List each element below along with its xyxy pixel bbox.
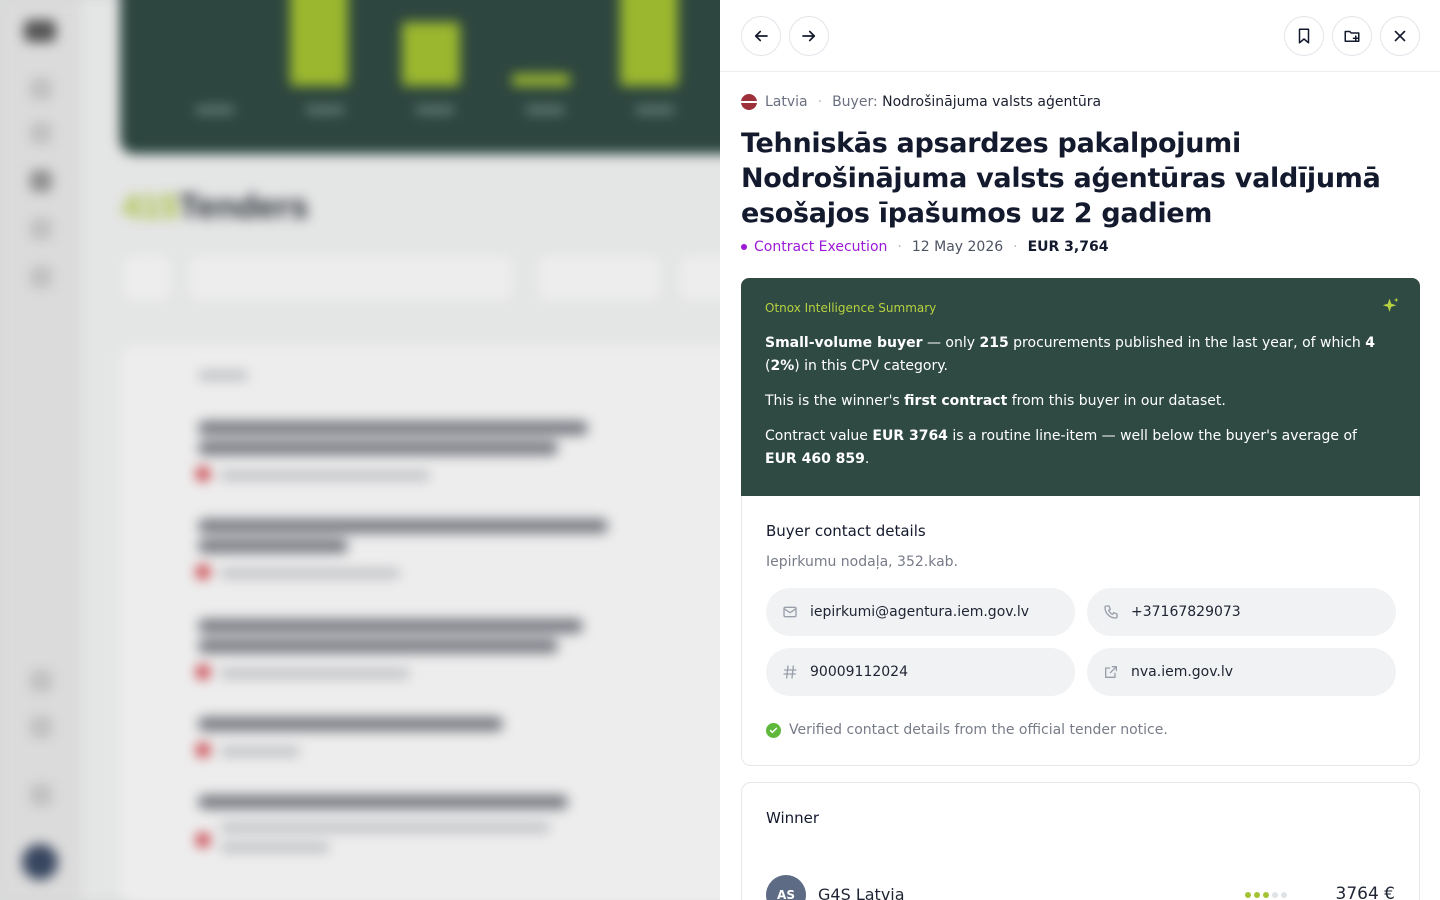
buyer-label: Buyer: [832, 94, 878, 110]
bookmark-button[interactable] [1284, 16, 1324, 56]
email-pill[interactable]: iepirkumi@agentura.iem.gov.lv [766, 588, 1075, 636]
winner-name[interactable]: G4S Latvia [818, 885, 905, 900]
arrow-left-icon [754, 30, 768, 42]
close-button[interactable] [1380, 16, 1420, 56]
ai-summary-paragraph: Small-volume buyer — only 215 procuremen… [765, 335, 1376, 374]
tender-detail-drawer: Latvia · Buyer: Nodrošinājuma valsts aģe… [720, 0, 1440, 900]
external-link-icon [1103, 664, 1119, 680]
separator: · [817, 94, 823, 110]
winner-card-title: Winner [766, 809, 820, 827]
ai-summary-paragraph: This is the winner's first contract from… [765, 393, 1226, 409]
sparkle-icon [1382, 297, 1399, 312]
folder-plus-icon [1344, 30, 1360, 42]
tender-date: 12 May 2026 [911, 239, 1004, 255]
ai-summary-label: Otnox Intelligence Summary [765, 301, 937, 315]
tender-meta: Latvia · Buyer: Nodrošinājuma valsts aģe… [741, 94, 1101, 110]
mail-icon [782, 604, 798, 620]
arrow-right-icon [802, 30, 816, 42]
contact-card-title: Buyer contact details [766, 522, 926, 540]
score-dot [1254, 892, 1260, 898]
buyer-email: iepirkumi@agentura.iem.gov.lv [810, 604, 1030, 620]
phone-pill[interactable]: +37167829073 [1087, 588, 1396, 636]
buyer-contact-card: Buyer contact details Iepirkumu nodaļa, … [741, 496, 1420, 766]
separator: · [897, 239, 902, 255]
bookmark-icon [1298, 28, 1310, 44]
registration-pill[interactable]: 90009112024 [766, 648, 1075, 696]
next-button[interactable] [789, 16, 829, 56]
score-dot [1272, 892, 1278, 898]
add-to-folder-button[interactable] [1332, 16, 1372, 56]
drawer-toolbar [720, 0, 1440, 72]
hash-icon [782, 664, 798, 680]
verified-text: Verified contact details from the offici… [789, 722, 1168, 738]
buyer-name[interactable]: Nodrošinājuma valsts aģentūra [882, 94, 1101, 110]
previous-button[interactable] [741, 16, 781, 56]
winner-amount: 3764 € [1335, 884, 1395, 900]
phone-icon [1103, 604, 1119, 620]
close-icon [1394, 30, 1406, 42]
score-dot [1281, 892, 1287, 898]
ai-summary-paragraph: Contract value EUR 3764 is a routine lin… [765, 428, 1357, 467]
stage-label: Contract Execution [754, 239, 888, 255]
country-label: Latvia [765, 94, 808, 110]
winner-card: Winner AS G4S Latvia 3764 € [741, 782, 1420, 900]
tender-status-line: Contract Execution · 12 May 2026 · EUR 3… [741, 239, 1108, 255]
buyer-registration-number: 90009112024 [810, 664, 908, 680]
winner-score-dots [1245, 892, 1287, 898]
winner-avatar: AS [766, 875, 806, 900]
ai-summary-card: Otnox Intelligence Summary Small-volume … [741, 278, 1420, 496]
tender-title: Tehniskās apsardzes pakalpojumi Nodrošin… [741, 128, 1381, 229]
score-dot [1245, 892, 1251, 898]
buyer-department: Iepirkumu nodaļa, 352.kab. [766, 554, 959, 570]
check-circle-icon [766, 722, 781, 738]
score-dot [1263, 892, 1269, 898]
website-pill[interactable]: nva.iem.gov.lv [1087, 648, 1396, 696]
tender-value: EUR 3,764 [1027, 239, 1109, 255]
buyer-phone: +37167829073 [1131, 604, 1241, 620]
separator: · [1013, 239, 1018, 255]
stage-dot-icon [741, 244, 747, 250]
buyer-website: nva.iem.gov.lv [1131, 664, 1234, 680]
verified-note: Verified contact details from the offici… [766, 722, 1168, 738]
latvia-flag-icon [741, 94, 757, 110]
